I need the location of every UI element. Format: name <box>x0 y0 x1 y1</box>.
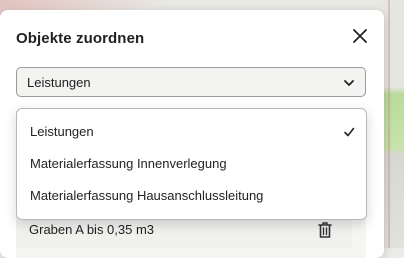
dropdown-option-materialerfassung-hausanschlussleitung[interactable]: Materialerfassung Hausanschlussleitung <box>17 180 366 212</box>
dropdown-option-label: Materialerfassung Innenverlegung <box>30 156 227 171</box>
category-select[interactable]: Leistungen <box>16 67 366 97</box>
dialog-title: Objekte zuordnen <box>16 30 145 47</box>
close-button[interactable] <box>350 26 370 46</box>
close-icon <box>350 26 370 46</box>
chevron-down-icon <box>343 77 355 89</box>
map-edge <box>384 0 404 248</box>
dropdown-option-leistungen[interactable]: Leistungen <box>17 116 366 148</box>
delete-button[interactable] <box>316 220 334 240</box>
check-icon <box>343 126 355 138</box>
category-dropdown-menu: Leistungen Materialerfassung Innenverleg… <box>16 108 367 220</box>
category-select-value: Leistungen <box>27 75 91 90</box>
list-item-label: Graben A bis 0,35 m3 <box>29 222 155 237</box>
trash-icon <box>316 220 334 240</box>
dropdown-option-label: Materialerfassung Hausanschlussleitung <box>30 188 264 203</box>
dropdown-option-label: Leistungen <box>30 124 94 139</box>
dropdown-option-materialerfassung-innenverlegung[interactable]: Materialerfassung Innenverlegung <box>17 148 366 180</box>
